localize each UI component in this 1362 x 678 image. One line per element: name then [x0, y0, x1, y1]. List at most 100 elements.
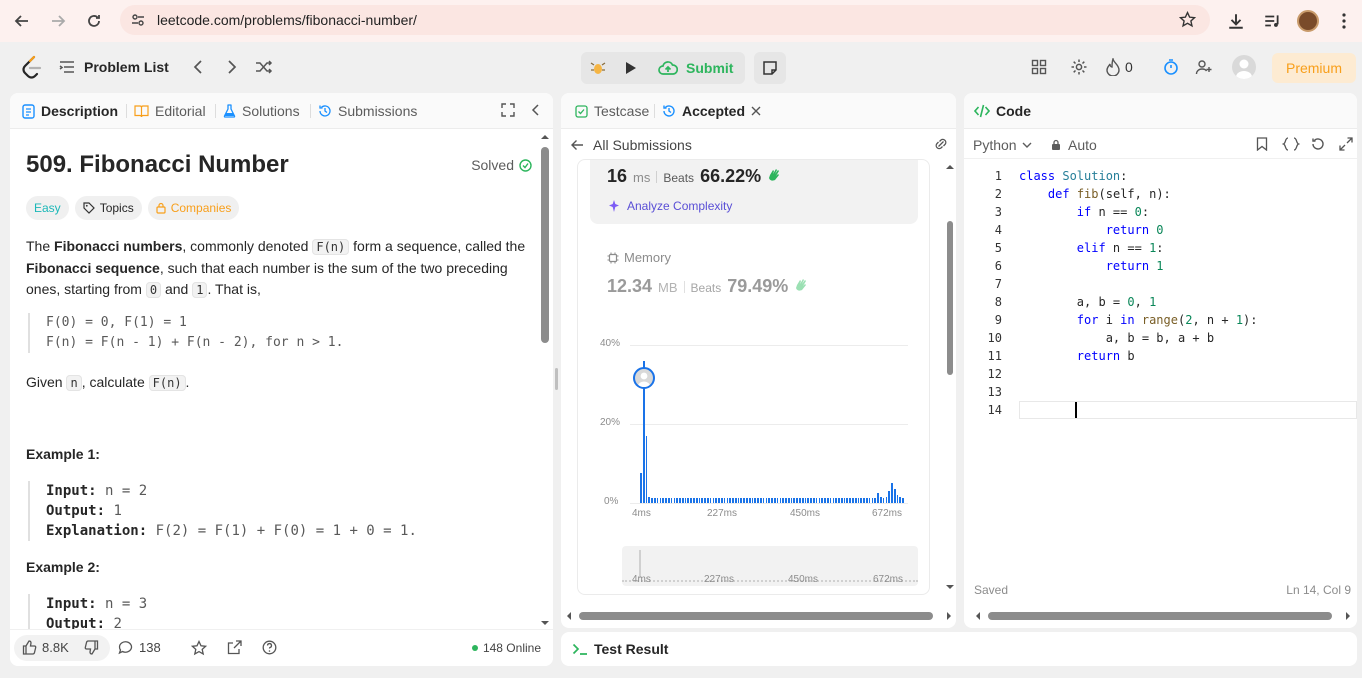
chart-bar[interactable]: [807, 498, 810, 503]
shuffle-icon[interactable]: [253, 56, 275, 78]
chart-bar[interactable]: [773, 498, 776, 503]
chart-bar[interactable]: [840, 498, 843, 503]
chart-bar[interactable]: [754, 498, 757, 503]
chart-bar[interactable]: [729, 498, 732, 503]
chart-bar[interactable]: [824, 498, 826, 503]
chart-bar[interactable]: [804, 498, 807, 503]
premium-button[interactable]: Premium: [1272, 53, 1356, 83]
code-line[interactable]: if n == 0:: [1019, 203, 1149, 221]
prev-problem-icon[interactable]: [188, 56, 208, 78]
code-line[interactable]: def fib(self, n):: [1019, 185, 1171, 203]
chart-bar[interactable]: [659, 498, 662, 503]
add-friend-icon[interactable]: [1193, 56, 1215, 78]
chart-bar[interactable]: [748, 498, 751, 503]
chart-bar[interactable]: [785, 498, 787, 503]
chart-bar[interactable]: [676, 498, 679, 503]
runtime-card[interactable]: 16 ms Beats 66.22% Analyze Complexity: [590, 160, 918, 224]
chart-bar[interactable]: [765, 498, 768, 503]
chart-bar[interactable]: [779, 498, 782, 503]
chart-bar[interactable]: [782, 498, 785, 503]
chart-bar[interactable]: [687, 498, 690, 503]
favorite-star-icon[interactable]: [190, 639, 208, 661]
auto-mode-toggle[interactable]: Auto: [1051, 137, 1097, 153]
site-settings-icon[interactable]: [130, 12, 146, 33]
code-line[interactable]: class Solution:: [1019, 167, 1127, 185]
chart-bar[interactable]: [835, 498, 838, 503]
memory-card[interactable]: Memory 12.34 MB Beats 79.49%: [590, 240, 918, 306]
chart-bar[interactable]: [812, 498, 815, 503]
chart-bar[interactable]: [790, 498, 793, 503]
submission-hscrollbar[interactable]: [565, 608, 953, 620]
all-submissions-link[interactable]: All Submissions: [571, 137, 692, 153]
notes-icon[interactable]: [754, 52, 786, 84]
copy-link-icon[interactable]: [932, 137, 950, 156]
problem-list-button[interactable]: Problem List: [58, 54, 169, 80]
layout-icon[interactable]: [1028, 56, 1050, 78]
download-icon[interactable]: [1224, 9, 1248, 33]
chart-bar[interactable]: [695, 498, 698, 503]
user-avatar[interactable]: [1232, 55, 1256, 79]
timer-icon[interactable]: [1160, 56, 1182, 78]
tab-description[interactable]: Description: [22, 93, 118, 129]
chart-bar[interactable]: [746, 498, 748, 503]
editor-hscrollbar[interactable]: [974, 608, 1352, 620]
chart-bar[interactable]: [882, 498, 885, 503]
chart-bar[interactable]: [726, 498, 729, 503]
chart-bar[interactable]: [679, 498, 681, 503]
chart-bar[interactable]: [793, 498, 796, 503]
chart-bar[interactable]: [751, 498, 754, 503]
chart-bar[interactable]: [810, 498, 812, 503]
tab-accepted[interactable]: Accepted: [662, 93, 761, 129]
test-result-header[interactable]: Test Result: [572, 641, 668, 657]
chart-bar[interactable]: [759, 498, 762, 503]
chart-bar[interactable]: [673, 498, 676, 503]
collapse-panel-icon[interactable]: [531, 103, 541, 122]
chart-bar[interactable]: [698, 498, 701, 503]
chart-bar[interactable]: [667, 498, 670, 503]
share-icon[interactable]: [227, 640, 242, 660]
chart-bar[interactable]: [860, 498, 863, 503]
chart-bar[interactable]: [899, 497, 902, 503]
chart-bar[interactable]: [902, 498, 904, 503]
chart-bar[interactable]: [701, 498, 704, 503]
analyze-complexity-button[interactable]: Analyze Complexity: [607, 199, 732, 213]
code-line[interactable]: a, b = 0, 1: [1019, 293, 1157, 311]
code-editor[interactable]: 1 2 3 4 5 6 7 8 9 10 11 12 13 14 class Solution: def …: [964, 167, 1357, 587]
comments-button[interactable]: 138: [118, 640, 161, 655]
chart-bar[interactable]: [670, 498, 673, 503]
chart-bar[interactable]: [852, 498, 854, 503]
chart-bar[interactable]: [653, 498, 656, 503]
chart-bar[interactable]: [693, 498, 695, 503]
chart-bar[interactable]: [863, 498, 865, 503]
problem-title[interactable]: 509. Fibonacci Number: [26, 151, 289, 179]
chart-bar[interactable]: [832, 498, 835, 503]
tab-solutions[interactable]: Solutions: [223, 93, 300, 129]
chart-bar[interactable]: [843, 498, 846, 503]
reload-icon[interactable]: [82, 9, 106, 33]
chart-bar[interactable]: [896, 495, 899, 503]
runtime-distribution-chart[interactable]: 40% 20% 0% 4ms 227ms 450ms 672ms: [578, 330, 929, 530]
chart-bar[interactable]: [799, 498, 801, 503]
chart-bar[interactable]: [874, 498, 877, 503]
test-result-panel[interactable]: Test Result: [561, 632, 1357, 666]
your-submission-marker[interactable]: [633, 366, 656, 389]
leetcode-logo-icon[interactable]: [20, 55, 44, 79]
chart-bar[interactable]: [718, 498, 720, 503]
language-select[interactable]: Python: [973, 137, 1032, 153]
format-code-icon[interactable]: [1281, 137, 1301, 156]
chart-bar[interactable]: [776, 498, 779, 503]
tab-submissions[interactable]: Submissions: [318, 93, 417, 129]
chart-bar[interactable]: [849, 498, 851, 503]
tab-code[interactable]: Code: [974, 93, 1031, 129]
chart-bar[interactable]: [893, 489, 896, 503]
chart-bar[interactable]: [846, 498, 849, 503]
chart-bar[interactable]: [879, 497, 882, 503]
chart-bar[interactable]: [838, 498, 840, 503]
reset-code-icon[interactable]: [1311, 137, 1325, 156]
help-icon[interactable]: [262, 640, 277, 660]
chart-bar[interactable]: [818, 498, 821, 503]
address-bar[interactable]: leetcode.com/problems/fibonacci-number/: [120, 5, 1210, 35]
chart-bar[interactable]: [712, 498, 715, 503]
streak-counter[interactable]: 0: [1106, 56, 1133, 78]
chart-bar[interactable]: [768, 498, 771, 503]
